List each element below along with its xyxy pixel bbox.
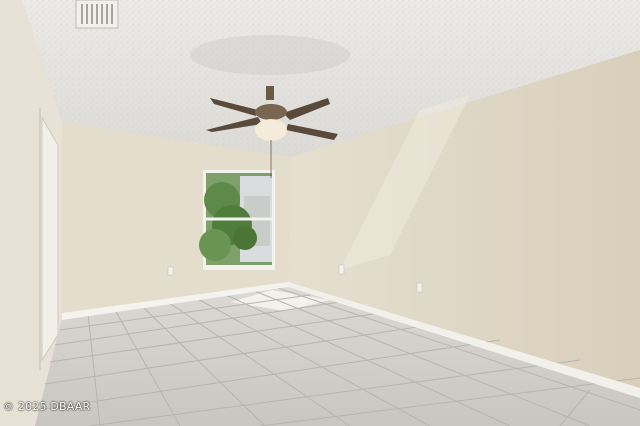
photo-watermark: © 2025 DBAAR [3, 400, 91, 413]
room-photo [0, 0, 640, 426]
electrical-outlet-icon [338, 264, 345, 275]
electrical-outlet-icon [416, 282, 423, 293]
air-vent-icon [75, 0, 119, 29]
window [199, 170, 275, 270]
closet-door [41, 116, 59, 362]
electrical-outlet-icon [167, 266, 174, 276]
